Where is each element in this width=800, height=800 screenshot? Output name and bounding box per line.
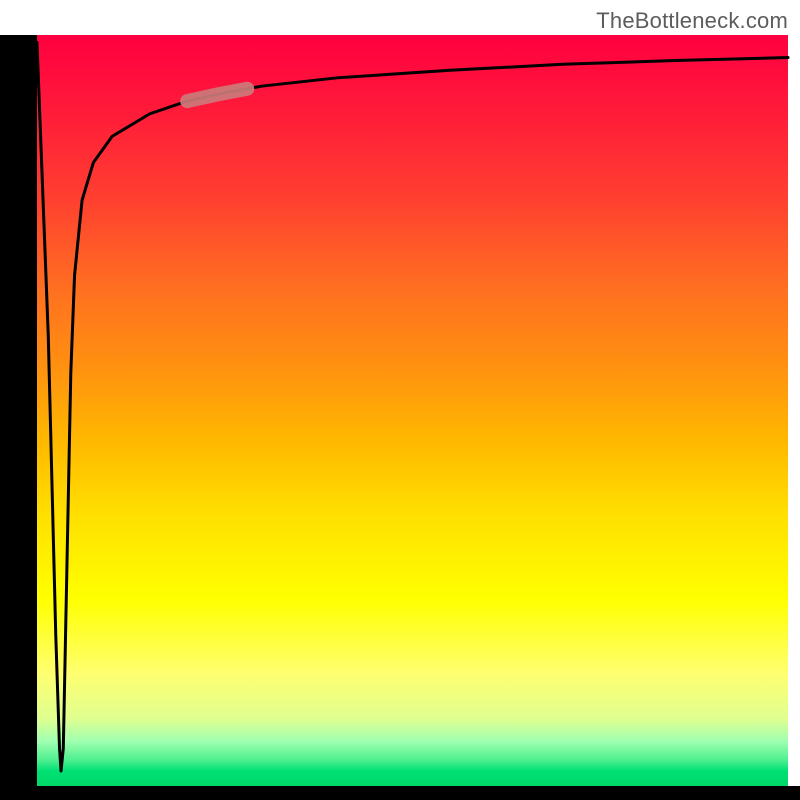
watermark-text: TheBottleneck.com — [596, 8, 788, 34]
chart-frame: TheBottleneck.com — [0, 0, 800, 800]
highlight-segment — [187, 89, 247, 101]
x-axis-bar — [0, 786, 800, 800]
curve-layer — [37, 35, 788, 786]
y-axis-bar — [0, 35, 37, 786]
curve-path — [37, 43, 788, 771]
